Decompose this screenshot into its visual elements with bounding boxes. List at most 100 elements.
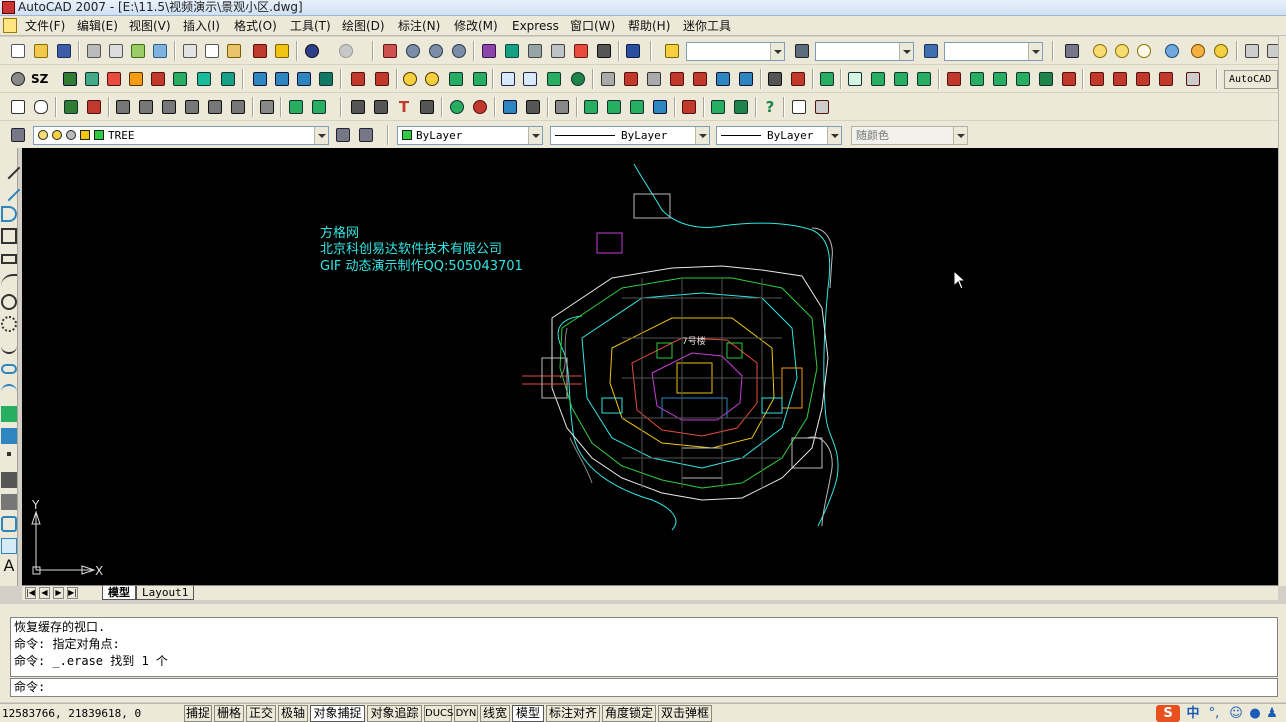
first-tab-button[interactable]: |◀ <box>25 587 36 599</box>
punctuation-icon[interactable]: °, <box>1206 705 1222 722</box>
revision-cloud-icon[interactable] <box>1 316 17 332</box>
pan-realtime-icon[interactable] <box>380 41 400 61</box>
tool3-icon-17[interactable] <box>500 97 520 117</box>
tool-icon-21[interactable] <box>544 69 564 89</box>
document-icon[interactable] <box>3 18 17 33</box>
tool-icon-2[interactable] <box>82 69 102 89</box>
tool3-icon-10[interactable] <box>286 97 306 117</box>
tool-icon-10[interactable] <box>272 69 292 89</box>
tool-icon-38[interactable] <box>967 69 987 89</box>
tool3-icon-6[interactable] <box>182 97 202 117</box>
tool3-icon-15[interactable] <box>447 97 467 117</box>
lock-icon[interactable] <box>1183 69 1203 89</box>
tool3-icon-3[interactable] <box>113 97 133 117</box>
chevron-down-icon[interactable] <box>695 127 709 144</box>
3d-dwf-icon[interactable] <box>150 41 170 61</box>
line-tool-icon[interactable] <box>0 156 21 180</box>
tool-icon-34[interactable] <box>868 69 888 89</box>
layer-lock-icon[interactable] <box>1134 41 1154 61</box>
menu-file[interactable]: 文件(F) <box>22 16 68 36</box>
tool3-icon-19[interactable] <box>552 97 572 117</box>
zoom-realtime-icon[interactable] <box>403 41 423 61</box>
tool3-icon-23[interactable] <box>650 97 670 117</box>
tool-icon-29[interactable] <box>736 69 756 89</box>
construction-line-icon[interactable] <box>0 178 21 202</box>
menu-modify[interactable]: 修改(M) <box>451 16 501 36</box>
tool-icon-20[interactable] <box>520 69 540 89</box>
text-style-icon[interactable] <box>662 41 682 61</box>
menu-dimension[interactable]: 标注(N) <box>395 16 443 36</box>
tool3-icon-13[interactable] <box>371 97 391 117</box>
tool-icon-4[interactable] <box>126 69 146 89</box>
menu-draw[interactable]: 绘图(D) <box>339 16 388 36</box>
polar-button[interactable]: 极轴 <box>278 705 308 722</box>
layer-manager-icon[interactable] <box>1062 41 1082 61</box>
tool3-icon-11[interactable] <box>309 97 329 117</box>
properties-icon[interactable] <box>479 41 499 61</box>
tool-icon-37[interactable] <box>944 69 964 89</box>
zoom-previous-icon[interactable] <box>449 41 469 61</box>
tool-icon-13[interactable] <box>348 69 368 89</box>
tool-icon-18[interactable] <box>470 69 490 89</box>
microphone-icon[interactable]: ● <box>1248 705 1262 722</box>
text-tool-icon[interactable]: T <box>394 97 414 117</box>
tool3-icon-14[interactable] <box>417 97 437 117</box>
tool3-icon-18[interactable] <box>523 97 543 117</box>
block-editor-icon[interactable] <box>272 41 292 61</box>
ortho-button[interactable]: 正交 <box>246 705 276 722</box>
help-question-icon[interactable]: ? <box>760 97 780 117</box>
menu-view[interactable]: 视图(V) <box>126 16 174 36</box>
tool-icon-45[interactable] <box>1133 69 1153 89</box>
emoji-icon[interactable]: ☺ <box>1228 705 1244 722</box>
dim-align-button[interactable]: 标注对齐 <box>546 705 600 722</box>
tool-icon-27[interactable] <box>690 69 710 89</box>
tool-icon-25[interactable] <box>644 69 664 89</box>
tool-icon-42[interactable] <box>1059 69 1079 89</box>
tool3-icon-21[interactable] <box>604 97 624 117</box>
sz-tool-icon[interactable]: SZ <box>31 69 53 89</box>
tool-icon-30[interactable] <box>765 69 785 89</box>
snowflake-icon[interactable] <box>1162 41 1182 61</box>
osnap-button[interactable]: 对象捕捉 <box>310 705 365 722</box>
tool-icon-33[interactable] <box>845 69 865 89</box>
coordinate-readout[interactable]: 12583766, 21839618, 0 <box>2 706 141 722</box>
gradient-icon[interactable] <box>1 494 17 510</box>
linetype-control-combo[interactable]: ByLayer <box>550 126 710 145</box>
layer-combo[interactable]: TREE <box>33 126 329 145</box>
tool-icon-11[interactable] <box>294 69 314 89</box>
command-input[interactable]: 命令: <box>10 678 1278 697</box>
menu-help[interactable]: 帮助(H) <box>625 16 673 36</box>
design-center-icon[interactable] <box>502 41 522 61</box>
grid-button[interactable]: 栅格 <box>214 705 244 722</box>
tool-icon-26[interactable] <box>667 69 687 89</box>
layer-previous-icon[interactable] <box>356 125 376 145</box>
sheet-set-icon[interactable] <box>548 41 568 61</box>
menu-edit[interactable]: 编辑(E) <box>74 16 121 36</box>
make-block-icon[interactable] <box>1 428 17 444</box>
tool-icon-12[interactable] <box>316 69 336 89</box>
menu-mini-tools[interactable]: 迷你工具 <box>680 16 734 36</box>
hatch-icon[interactable] <box>1 472 17 488</box>
tool-icon-43[interactable] <box>1087 69 1107 89</box>
email-icon[interactable] <box>789 97 809 117</box>
tool3-icon-2[interactable] <box>84 97 104 117</box>
new-file-icon[interactable] <box>8 41 28 61</box>
point-icon[interactable] <box>7 452 11 456</box>
tool-icon-5[interactable] <box>148 69 168 89</box>
tool3-icon-1[interactable] <box>61 97 81 117</box>
layer-on-icon[interactable] <box>1090 41 1110 61</box>
tool-icon-8[interactable] <box>218 69 238 89</box>
tab-model[interactable]: 模型 <box>102 586 136 600</box>
autocad-workspace-button[interactable]: AutoCAD <box>1224 70 1278 89</box>
cut-icon[interactable] <box>180 41 200 61</box>
sogou-ime-icon[interactable]: S <box>1156 705 1180 722</box>
tool-icon-1[interactable] <box>60 69 80 89</box>
rect-select-icon[interactable] <box>8 97 28 117</box>
ducs-button[interactable]: DUCS <box>424 705 453 722</box>
tool-icon-22[interactable] <box>568 69 588 89</box>
undo-icon[interactable] <box>302 41 322 61</box>
polyline-icon[interactable] <box>1 206 17 222</box>
tool-icon-36[interactable] <box>914 69 934 89</box>
calculator-icon[interactable] <box>594 41 614 61</box>
plot-icon[interactable] <box>84 41 104 61</box>
